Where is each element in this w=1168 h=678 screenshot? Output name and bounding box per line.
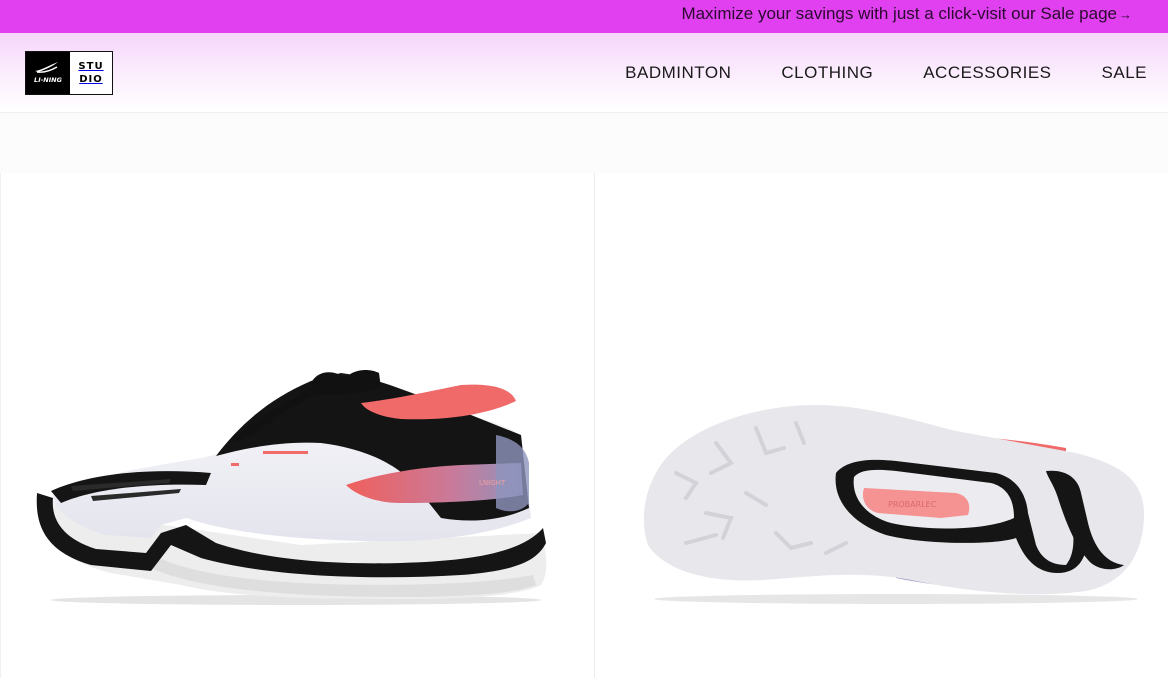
sole-plate-text: PROBARLEC [888, 500, 937, 509]
main-nav: BADMINTON CLOTHING ACCESSORIES SALE [575, 33, 1147, 113]
product-image-side[interactable]: LNIGHT [0, 173, 595, 678]
logo-studio-text: STU DIO [70, 52, 112, 94]
li-ning-logo-icon: LI-NING [26, 52, 70, 94]
nav-item-accessories[interactable]: ACCESSORIES [923, 63, 1051, 83]
promo-text: Maximize your savings with just a click-… [681, 4, 1117, 23]
promo-bar: Maximize your savings with just a click-… [0, 0, 1168, 33]
nav-item-sale[interactable]: SALE [1102, 63, 1147, 83]
shoe-sole-view-image: PROBARLEC [643, 405, 1144, 604]
shoe-side-view-image: LNIGHT [36, 370, 547, 605]
arrow-right-icon: → [1119, 7, 1132, 22]
product-image-sole[interactable]: PROBARLEC [596, 173, 1168, 678]
shoe-side-text: LNIGHT [479, 479, 506, 487]
breadcrumb-area [0, 113, 1168, 173]
logo-mark-text: LI-NING [34, 76, 63, 84]
studio-line-2: DIO [79, 73, 103, 85]
nav-item-clothing[interactable]: CLOTHING [781, 63, 873, 83]
site-header: LI-NING STU DIO BADMINTON CLOTHING ACCES… [0, 33, 1168, 113]
nav-item-badminton[interactable]: BADMINTON [625, 63, 731, 83]
studio-line-1: STU [78, 60, 104, 72]
product-gallery: LNIGHT PROBARLEC [0, 173, 1168, 678]
brand-logo[interactable]: LI-NING STU DIO [25, 51, 113, 95]
promo-sale-link[interactable]: Maximize your savings with just a click-… [681, 0, 1132, 33]
